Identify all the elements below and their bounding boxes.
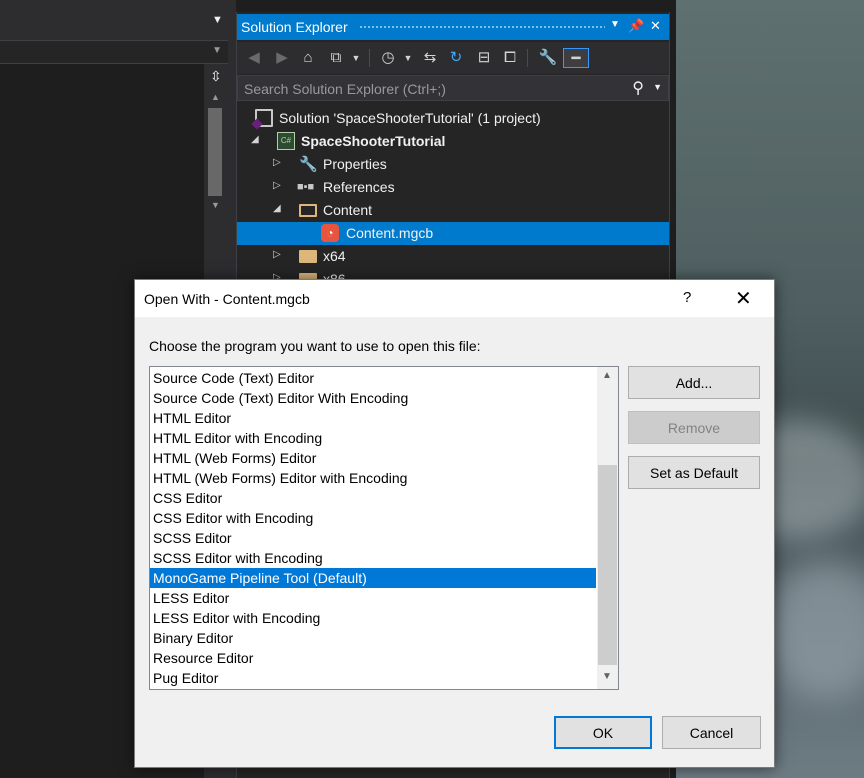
program-list[interactable]: Source Code (Text) Editor Source Code (Te… [149,366,619,690]
add-button[interactable]: Add... [628,366,760,399]
close-icon[interactable]: ✕ [650,18,661,34]
sync-icon[interactable]: ⇆ [419,48,441,68]
tree-item-label: References [323,179,395,195]
drag-grip[interactable] [359,25,605,30]
dialog-titlebar[interactable]: Open With - Content.mgcb ? ✕ [135,280,774,317]
tree-item-label: Properties [323,156,387,172]
collapse-arrow-icon[interactable]: ◢ [251,134,259,145]
tree-item-references[interactable]: ▷ ■▪■ References [237,176,669,199]
toolbar-separator [369,49,370,67]
remove-button[interactable]: Remove [628,411,760,444]
program-list-item[interactable]: LESS Editor with Encoding [150,608,596,628]
program-list-item[interactable]: HTML Editor [150,408,596,428]
chevron-down-icon[interactable]: ▼ [397,48,419,68]
chevron-down-icon[interactable]: ▼ [653,82,662,92]
tree-item-x64[interactable]: ▷ x64 [237,245,669,268]
tree-item-project[interactable]: ◢ C# SpaceShooterTutorial [237,130,669,153]
collapse-all-icon[interactable]: ⊟ [473,48,495,68]
ok-button[interactable]: OK [554,716,652,749]
back-icon[interactable]: ◀ [243,48,265,68]
pin-icon[interactable]: 📌 [628,18,644,34]
window-position-icon[interactable]: ▼ [610,19,620,30]
program-list-item[interactable]: CSS Editor with Encoding [150,508,596,528]
solution-search-input[interactable]: Search Solution Explorer (Ctrl+;) ⚲ ▼ [237,75,669,101]
navigation-dropdown[interactable]: ▼ [0,40,228,64]
tab-overflow-icon[interactable]: ▼ [212,14,223,26]
wrench-icon: 🔧 [299,156,318,173]
solution-explorer-titlebar[interactable]: Solution Explorer ▼ 📌 ✕ [237,14,669,40]
program-list-item[interactable]: Pug Editor [150,668,596,688]
close-button[interactable]: ✕ [735,286,752,311]
scroll-down-icon[interactable]: ▼ [211,200,220,210]
dialog-title: Open With - Content.mgcb [144,291,310,307]
search-icon[interactable]: ⚲ [632,78,644,98]
scroll-down-icon[interactable]: ▼ [602,671,612,682]
tree-item-properties[interactable]: ▷ 🔧 Properties [237,153,669,176]
home-icon[interactable]: ⌂ [297,48,319,68]
chevron-down-icon: ▼ [212,45,222,56]
panel-title: Solution Explorer [241,19,348,35]
tree-item-label: Solution 'SpaceShooterTutorial' (1 proje… [279,110,541,126]
expand-arrow-icon[interactable]: ▷ [273,249,281,260]
program-list-item[interactable]: Resource Editor [150,648,596,668]
solution-icon [255,109,273,127]
references-icon: ■▪■ [297,181,315,193]
open-folder-icon [299,204,317,217]
tree-item-content-folder[interactable]: ◢ Content [237,199,669,222]
tree-item-label: Content.mgcb [346,225,434,241]
program-list-item[interactable]: HTML Editor with Encoding [150,428,596,448]
cancel-button[interactable]: Cancel [662,716,761,749]
editor-tab-strip [0,0,236,40]
collapse-arrow-icon[interactable]: ◢ [273,203,281,214]
tree-item-solution[interactable]: Solution 'SpaceShooterTutorial' (1 proje… [237,107,669,130]
program-list-item[interactable]: LESS Editor [150,588,596,608]
solution-explorer-toolbar: ◀ ▶ ⌂ ⧉ ▼ ◷ ▼ ⇆ ↻ ⊟ ⧠ 🔧 ━ [237,42,669,74]
scroll-up-icon[interactable]: ▲ [211,92,220,102]
search-placeholder: Search Solution Explorer (Ctrl+;) [244,81,446,97]
monogame-icon: ◔ [321,224,339,242]
show-all-files-icon[interactable]: ⧠ [499,48,521,68]
chevron-down-icon[interactable]: ▼ [345,48,367,68]
scroll-thumb[interactable] [598,465,617,665]
forward-icon[interactable]: ▶ [271,48,293,68]
program-list-item[interactable]: SCSS Editor with Encoding [150,548,596,568]
program-list-item[interactable]: Binary Editor [150,628,596,648]
scroll-thumb[interactable] [208,108,222,196]
tree-item-content-mgcb[interactable]: ◔ Content.mgcb [237,222,669,245]
split-icon[interactable]: ⇳ [210,68,222,85]
tree-item-label: SpaceShooterTutorial [301,133,446,149]
folder-icon [299,250,317,263]
preview-icon[interactable]: ━ [563,48,589,68]
tree-item-label: Content [323,202,373,218]
help-button[interactable]: ? [683,289,691,306]
toolbar-separator [527,49,528,67]
tree-item-label: x64 [323,248,346,264]
properties-icon[interactable]: 🔧 [537,48,559,68]
program-list-item[interactable]: Source Code (Text) Editor With Encoding [150,388,596,408]
program-list-item[interactable]: Source Code (Text) Editor [150,368,596,388]
program-list-item[interactable]: MonoGame Pipeline Tool (Default) [150,568,596,588]
program-list-item[interactable]: SCSS Editor [150,528,596,548]
refresh-icon[interactable]: ↻ [445,48,467,68]
list-scrollbar[interactable]: ▲ ▼ [597,367,618,689]
switch-views-icon[interactable]: ⧉ [325,48,347,68]
cloud-shape [766,560,864,700]
history-icon[interactable]: ◷ [377,48,399,68]
set-default-button[interactable]: Set as Default [628,456,760,489]
program-list-item[interactable]: HTML (Web Forms) Editor with Encoding [150,468,596,488]
csharp-project-icon: C# [277,132,295,150]
program-list-item[interactable]: CSS Editor [150,488,596,508]
open-with-dialog: Open With - Content.mgcb ? ✕ Choose the … [134,279,775,768]
expand-arrow-icon[interactable]: ▷ [273,180,281,191]
expand-arrow-icon[interactable]: ▷ [273,157,281,168]
scroll-up-icon[interactable]: ▲ [602,370,612,381]
program-list-item[interactable]: HTML (Web Forms) Editor [150,448,596,468]
dialog-prompt: Choose the program you want to use to op… [149,338,481,354]
